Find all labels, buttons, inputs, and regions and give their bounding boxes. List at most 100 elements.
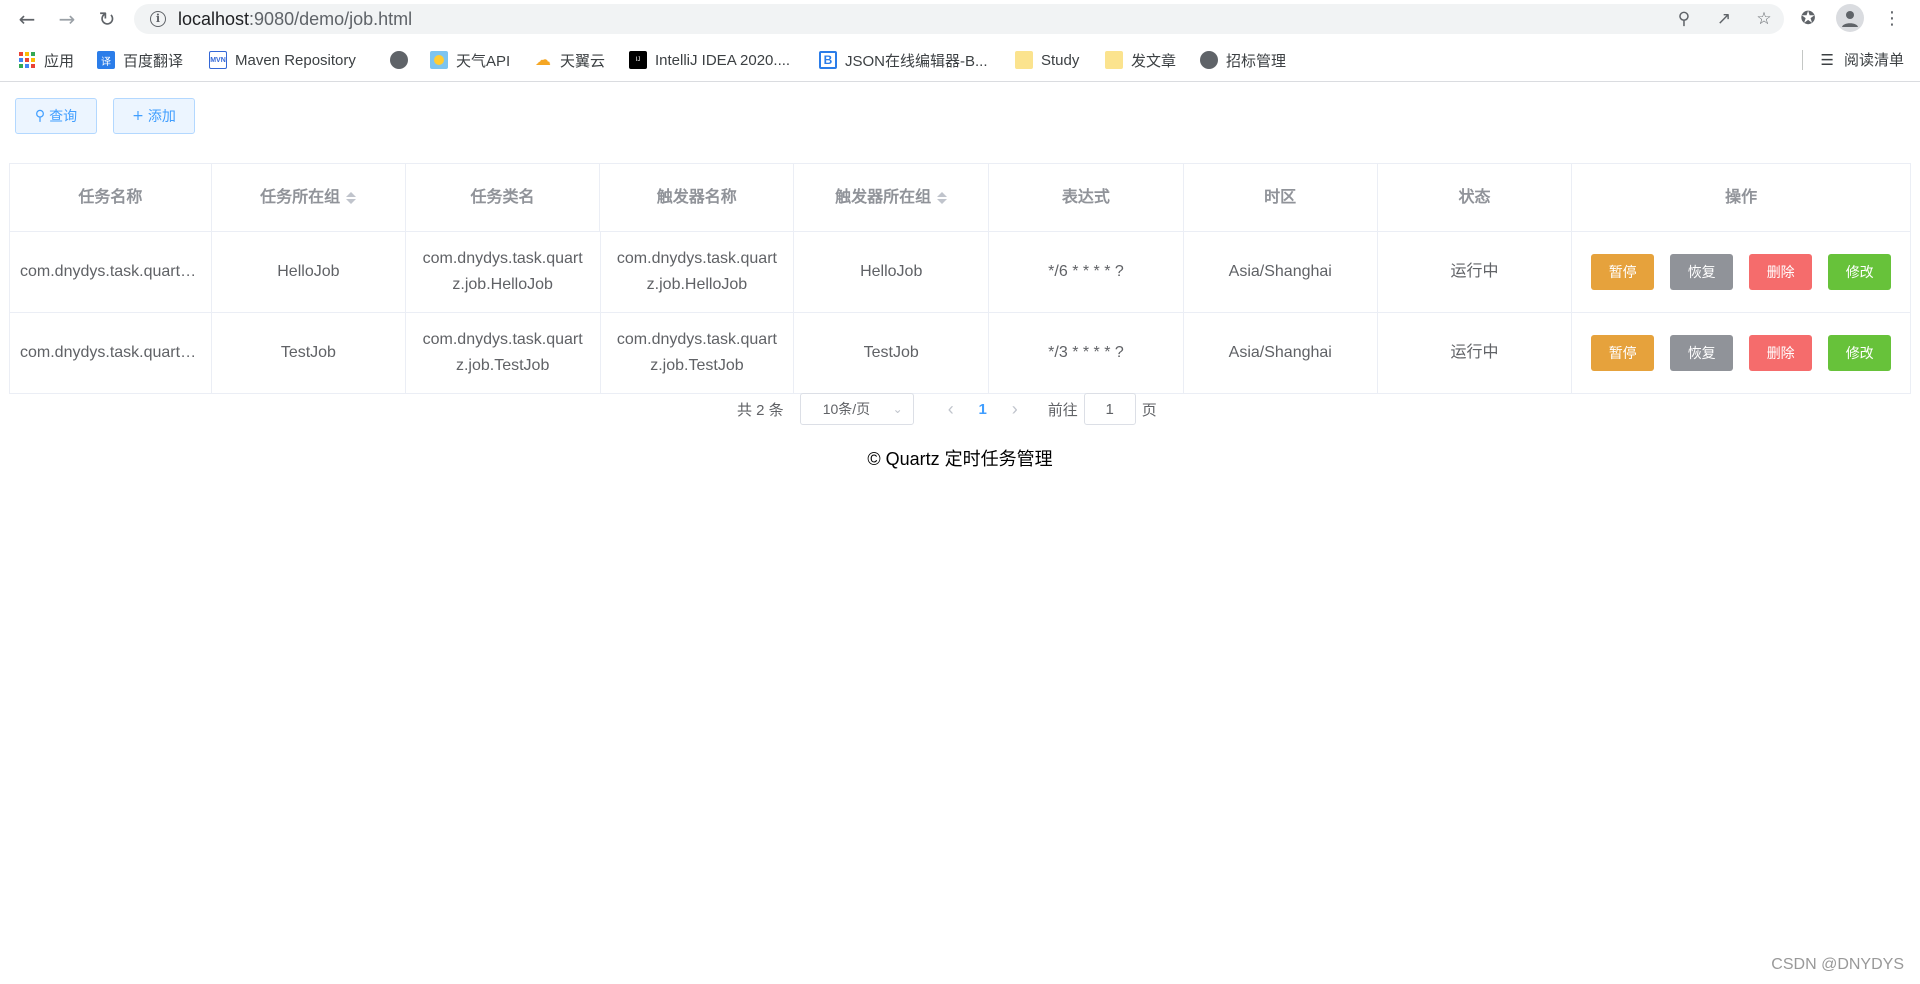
header-timezone: 时区 xyxy=(1184,164,1378,231)
bookmark-tianyi-cloud[interactable]: ☁ 天翼云 xyxy=(534,49,605,71)
bookmark-star-icon[interactable]: ☆ xyxy=(1752,7,1776,31)
zoom-icon[interactable]: ⚲ xyxy=(1672,7,1696,31)
cloud-icon: ☁ xyxy=(535,52,551,69)
trigger-name-cell: com.dnydys.task.quart z.job.HelloJob xyxy=(601,232,795,312)
url-host: localhost xyxy=(178,9,250,29)
pause-button[interactable]: 暂停 xyxy=(1591,335,1655,371)
profile-avatar-icon[interactable] xyxy=(1836,4,1864,32)
bookmark-label: 天气API xyxy=(456,52,511,70)
pagination-total: 共 2 条 xyxy=(737,401,784,419)
cron-cell: */6 * * * * ? xyxy=(989,232,1184,312)
bookmark-folder-articles[interactable]: 发文章 xyxy=(1105,49,1176,71)
browser-toolbar: ← → ↻ i localhost:9080/demo/job.html ⚲ ↗… xyxy=(0,0,1920,38)
address-bar[interactable]: i localhost:9080/demo/job.html ⚲ ↗ ☆ xyxy=(134,4,1784,34)
bookmark-label: 天翼云 xyxy=(560,52,606,70)
globe-icon xyxy=(390,51,408,69)
page-footer: © Quartz 定时任务管理 xyxy=(867,449,1053,469)
trigger-name-cell: com.dnydys.task.quart z.job.TestJob xyxy=(601,313,795,393)
forward-arrow-icon[interactable]: → xyxy=(54,6,80,32)
reading-list-label: 阅读清单 xyxy=(1843,51,1904,69)
bookmark-maven[interactable]: MVN Maven Repository xyxy=(209,49,356,71)
bookmark-label: IntelliJ IDEA 2020.... xyxy=(655,51,791,69)
url-text[interactable]: localhost:9080/demo/job.html xyxy=(178,9,412,30)
header-status: 状态 xyxy=(1378,164,1573,231)
timezone-cell: Asia/Shanghai xyxy=(1184,232,1378,312)
header-trigger-name: 触发器名称 xyxy=(600,164,795,231)
baidu-translate-icon: 译 xyxy=(97,51,115,69)
query-button[interactable]: ⚲ 查询 xyxy=(15,98,97,134)
bookmark-folder-study[interactable]: Study xyxy=(1015,49,1079,71)
chevron-down-icon: ⌄ xyxy=(892,402,903,416)
job-class-cell: com.dnydys.task.quart z.job.TestJob xyxy=(406,313,601,393)
bookmark-intellij[interactable]: IJ IntelliJ IDEA 2020.... xyxy=(629,49,790,71)
bookmark-label: 招标管理 xyxy=(1226,52,1287,70)
actions-cell: 暂停 恢复 删除 修改 xyxy=(1572,232,1910,312)
bookmark-label: Study xyxy=(1041,51,1080,69)
maven-icon: MVN xyxy=(209,51,227,69)
plus-icon: + xyxy=(132,108,144,124)
bookmark-bidding[interactable]: 招标管理 xyxy=(1200,49,1286,71)
prev-page-icon[interactable]: ‹ xyxy=(934,399,968,420)
delete-button[interactable]: 删除 xyxy=(1749,335,1813,371)
header-cron: 表达式 xyxy=(989,164,1184,231)
trigger-group-cell: HelloJob xyxy=(794,232,990,312)
header-trigger-group[interactable]: 触发器所在组 xyxy=(794,164,989,231)
trigger-group-cell: TestJob xyxy=(794,313,990,393)
table-row: com.dnydys.task.quartz.job.TestJob TestJ… xyxy=(10,313,1910,394)
share-icon[interactable]: ↗ xyxy=(1712,7,1736,31)
globe-icon xyxy=(1200,51,1218,69)
bookmark-weather-api[interactable]: 天气API xyxy=(430,49,510,71)
reading-list-button[interactable]: ☰ 阅读清单 xyxy=(1821,49,1904,70)
bookmark-label: JSON在线编辑器-B... xyxy=(845,52,988,70)
header-job-name: 任务名称 xyxy=(10,164,212,231)
bookmark-apps[interactable]: 应用 xyxy=(18,49,74,71)
watermark: CSDN @DNYDYS xyxy=(1771,956,1904,973)
browser-menu-icon[interactable]: ⋮ xyxy=(1878,4,1906,32)
json-editor-icon: B xyxy=(819,51,837,69)
reading-list-icon: ☰ xyxy=(1820,50,1834,69)
edit-button[interactable]: 修改 xyxy=(1828,335,1892,371)
page-number-current[interactable]: 1 xyxy=(968,401,998,418)
goto-prefix: 前往 xyxy=(1047,401,1078,419)
table-header-row: 任务名称 任务所在组 任务类名 触发器名称 触发器所在组 表达式 时区 状态 操… xyxy=(10,164,1910,232)
header-job-class: 任务类名 xyxy=(406,164,601,231)
pause-button[interactable]: 暂停 xyxy=(1591,254,1655,290)
job-group-cell: TestJob xyxy=(212,313,406,393)
bookmark-json-editor[interactable]: B JSON在线编辑器-B... xyxy=(819,49,988,71)
bookmark-label: Maven Repository xyxy=(235,51,356,69)
job-group-cell: HelloJob xyxy=(212,232,406,312)
timezone-cell: Asia/Shanghai xyxy=(1184,313,1378,393)
sort-caret-icon[interactable] xyxy=(937,191,948,204)
resume-button[interactable]: 恢复 xyxy=(1670,335,1734,371)
header-actions: 操作 xyxy=(1725,188,1758,206)
folder-icon xyxy=(1105,51,1123,69)
reload-icon[interactable]: ↻ xyxy=(94,6,120,32)
job-class-cell: com.dnydys.task.quart z.job.HelloJob xyxy=(406,232,601,312)
edit-button[interactable]: 修改 xyxy=(1828,254,1892,290)
bookmark-label: 发文章 xyxy=(1131,52,1177,70)
extensions-puzzle-icon[interactable]: ✪ xyxy=(1794,4,1822,32)
status-cell: 运行中 xyxy=(1378,232,1573,312)
page-size-select[interactable]: 10条/页 ⌄ xyxy=(799,393,914,425)
job-name-cell: com.dnydys.task.quartz.job.TestJob xyxy=(10,313,212,393)
pagination: 共 2 条 10条/页 ⌄ ‹ 1 › 前往 1 页 xyxy=(737,393,1157,425)
sort-caret-icon[interactable] xyxy=(346,191,357,204)
goto-page-input[interactable]: 1 xyxy=(1083,393,1136,425)
bookmark-baidu-translate[interactable]: 译 百度翻译 xyxy=(97,49,183,71)
apps-grid-icon xyxy=(18,51,36,69)
back-arrow-icon[interactable]: ← xyxy=(14,6,40,32)
job-name-cell: com.dnydys.task.quartz.job.HelloJob xyxy=(10,232,212,312)
bookmark-label: 应用 xyxy=(44,52,75,70)
header-job-group[interactable]: 任务所在组 xyxy=(212,164,406,231)
add-button[interactable]: + 添加 xyxy=(113,98,195,134)
jobs-table: 任务名称 任务所在组 任务类名 触发器名称 触发器所在组 表达式 时区 状态 操… xyxy=(9,163,1911,394)
table-row: com.dnydys.task.quartz.job.HelloJob Hell… xyxy=(10,232,1910,313)
bookmark-globe[interactable] xyxy=(390,49,408,71)
delete-button[interactable]: 删除 xyxy=(1749,254,1813,290)
status-cell: 运行中 xyxy=(1378,313,1573,393)
actions-cell: 暂停 恢复 删除 修改 xyxy=(1572,313,1910,393)
site-info-icon[interactable]: i xyxy=(150,11,166,27)
url-path: :9080/demo/job.html xyxy=(249,9,413,29)
resume-button[interactable]: 恢复 xyxy=(1670,254,1734,290)
next-page-icon[interactable]: › xyxy=(998,399,1032,420)
